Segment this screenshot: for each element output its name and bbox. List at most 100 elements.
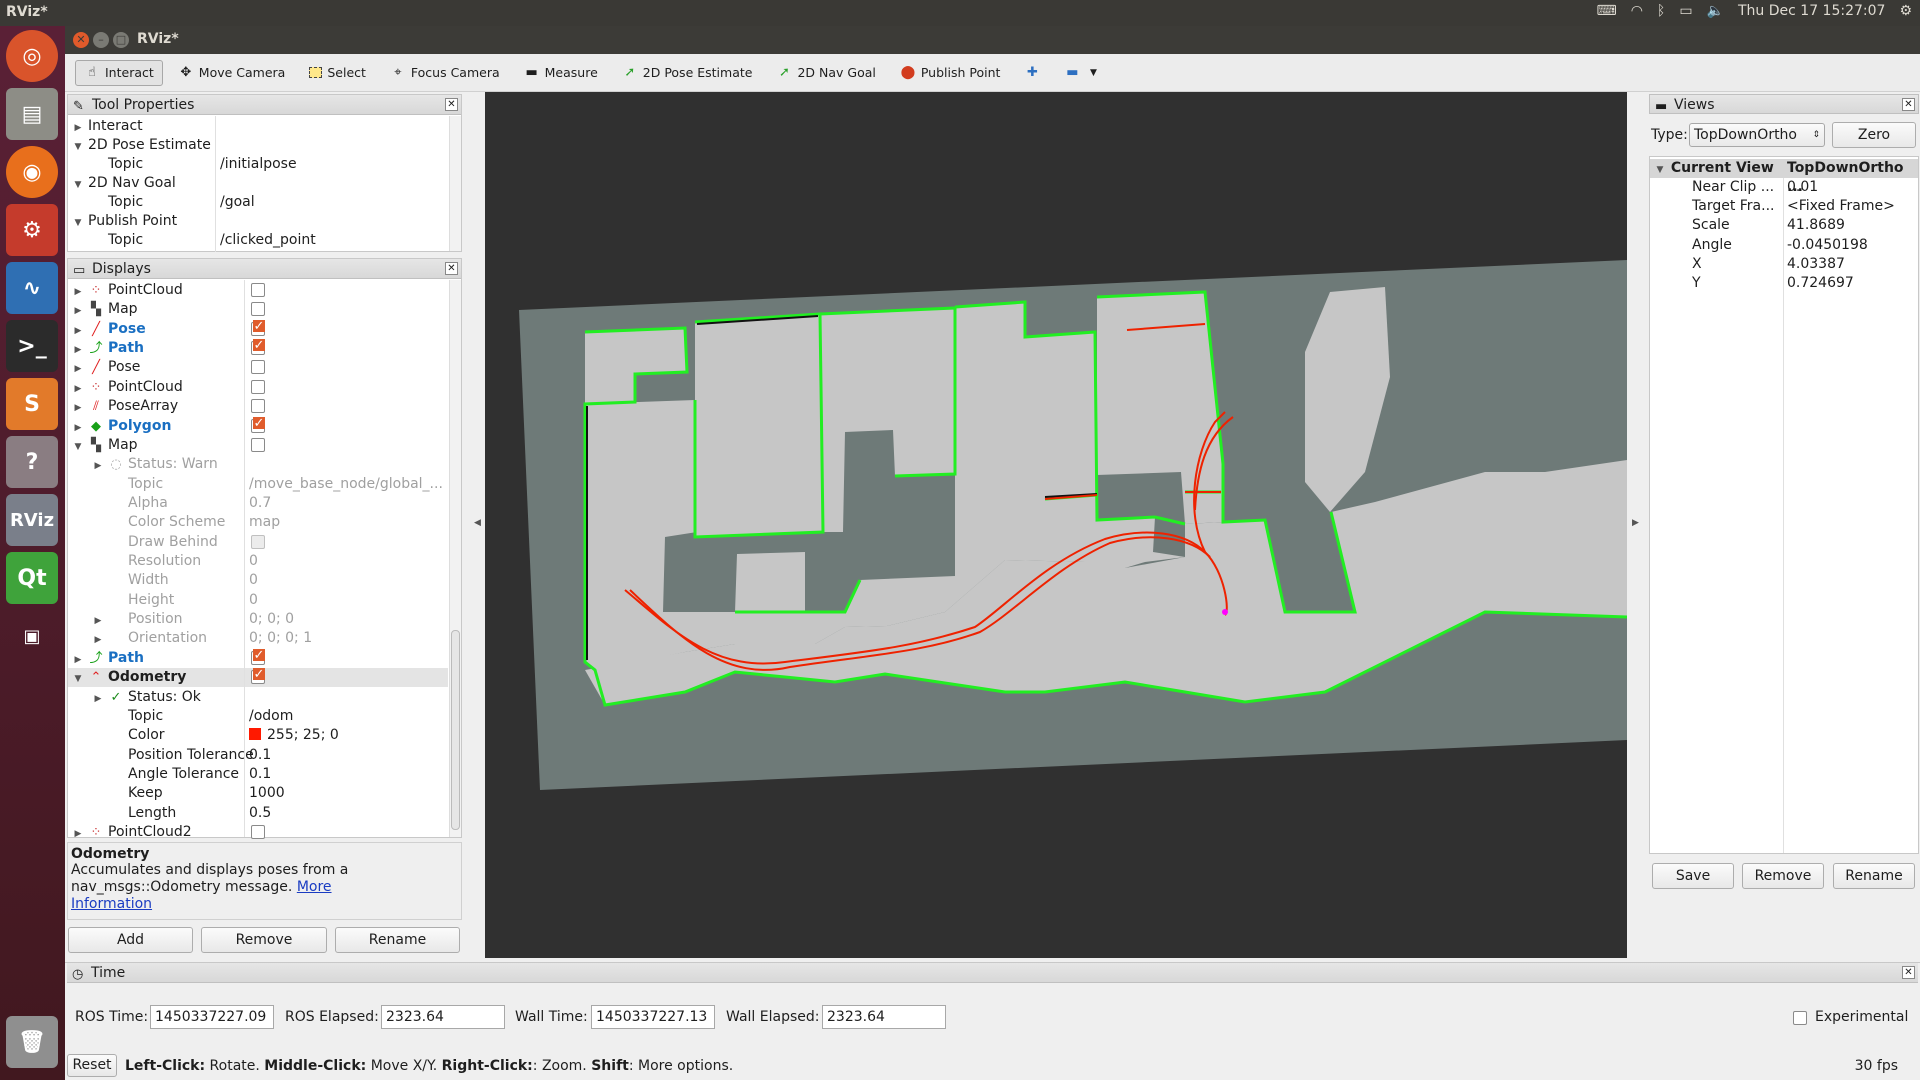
display-row[interactable]: Length 0.5	[68, 804, 448, 823]
display-row[interactable]: ▶ ⤴ Path	[68, 648, 448, 668]
display-property-value[interactable]: 0.7	[249, 495, 271, 511]
tool-focus-camera[interactable]: ⌖ Focus Camera	[381, 60, 509, 86]
files-icon[interactable]: ▤	[6, 88, 58, 140]
display-row[interactable]: ▶ ⁘ PointCloud2	[68, 823, 448, 842]
view-type-select[interactable]: TopDownOrtho ⇕	[1689, 123, 1825, 147]
wall-time-field[interactable]: 1450337227.13	[591, 1005, 715, 1029]
view-property-value[interactable]: 4.03387	[1787, 255, 1845, 274]
tool-property-row[interactable]: Topic/goal	[68, 193, 448, 212]
volume-icon[interactable]: 🔈	[1707, 3, 1724, 19]
property-value[interactable]: /goal	[220, 193, 255, 212]
display-property-value[interactable]: 1000	[249, 785, 285, 801]
display-property-value[interactable]: /odom	[249, 708, 293, 724]
tool-property-row[interactable]: Topic/initialpose	[68, 155, 448, 174]
display-property-value[interactable]: 0	[249, 553, 258, 569]
expand-arrow-icon[interactable]: ▶	[92, 612, 104, 631]
display-property-value[interactable]: 0.1	[249, 766, 271, 782]
display-row[interactable]: Angle Tolerance 0.1	[68, 765, 448, 784]
qt-creator-icon[interactable]: Qt	[6, 552, 58, 604]
display-row[interactable]: ▶ ✓ Status: Ok	[68, 688, 448, 707]
sublime-text-icon[interactable]: S	[6, 378, 58, 430]
property-value[interactable]: /initialpose	[220, 155, 297, 174]
settings-gear-icon[interactable]: ⚙	[1899, 3, 1912, 19]
scrollbar-thumb[interactable]	[451, 630, 460, 830]
tool-select[interactable]: Select	[300, 60, 375, 85]
expand-arrow-icon[interactable]: ▶	[92, 690, 104, 709]
display-row[interactable]: Topic/move_base_node/global_...	[68, 475, 448, 494]
display-row[interactable]: Draw Behind	[68, 533, 448, 552]
rviz-icon[interactable]: RViz	[6, 494, 58, 546]
display-enabled-checkbox[interactable]	[251, 283, 265, 297]
display-row[interactable]: ▶ ╱ Pose	[68, 319, 448, 341]
system-monitor-icon[interactable]: ∿	[6, 262, 58, 314]
display-enabled-checkbox[interactable]	[251, 399, 265, 414]
display-property-value[interactable]: /move_base_node/global_...	[249, 476, 443, 492]
zero-button[interactable]: Zero	[1832, 122, 1916, 148]
minimize-window-icon[interactable]: –	[93, 32, 109, 48]
tool-measure[interactable]: ▬ Measure	[515, 60, 607, 86]
view-property-value[interactable]: 41.8689	[1787, 216, 1845, 235]
expand-arrow-icon[interactable]: ▶	[72, 399, 84, 418]
terminal-icon[interactable]: >_	[6, 320, 58, 372]
wifi-icon[interactable]: ◠	[1631, 3, 1643, 19]
add-tool-button[interactable]: ✚	[1015, 60, 1049, 86]
view-property-value[interactable]: -0.0450198	[1787, 236, 1868, 255]
expand-arrow-icon[interactable]: ▶	[72, 302, 84, 321]
display-enabled-checkbox[interactable]	[251, 302, 265, 317]
remove-tool-button[interactable]: ▬ ▼	[1055, 60, 1110, 86]
display-row[interactable]: ▶ ⤴ Path	[68, 339, 448, 358]
close-panel-icon[interactable]: ✕	[445, 262, 458, 275]
keyboard-icon[interactable]: ⌨	[1596, 3, 1616, 19]
display-row[interactable]: Resolution 0	[68, 552, 448, 571]
trash-icon[interactable]: 🗑	[6, 1016, 58, 1068]
display-row[interactable]: ▶ ◆ Polygon	[68, 416, 448, 436]
close-window-icon[interactable]: ✕	[73, 32, 89, 48]
view-property-row[interactable]: Angle -0.0450198	[1650, 236, 1918, 255]
scrollbar[interactable]	[449, 116, 461, 251]
display-enabled-checkbox[interactable]	[251, 360, 265, 375]
system-settings-icon[interactable]: ⚙	[6, 204, 58, 256]
remove-view-button[interactable]: Remove	[1742, 863, 1824, 889]
collapse-right-icon[interactable]: ▶	[1632, 518, 1639, 528]
workspace-switcher-icon[interactable]: ▣	[6, 610, 58, 662]
draw-behind-checkbox[interactable]	[251, 534, 265, 549]
display-row[interactable]: Color 255; 25; 0	[68, 726, 448, 745]
display-row[interactable]: ▼ ▚ Map	[68, 436, 448, 455]
tool-property-row[interactable]: Topic/clicked_point	[68, 231, 448, 250]
display-property-value[interactable]: 0; 0; 0	[249, 611, 294, 627]
close-panel-icon[interactable]: ✕	[1902, 966, 1915, 979]
display-row[interactable]: Position Tolerance 0.1	[68, 746, 448, 765]
ros-elapsed-field[interactable]: 2323.64	[381, 1005, 505, 1029]
display-enabled-checkbox[interactable]	[251, 379, 265, 394]
display-row[interactable]: Topic/odom	[68, 707, 448, 726]
wall-elapsed-field[interactable]: 2323.64	[822, 1005, 946, 1029]
tool-property-row[interactable]: ▼ Publish Point	[68, 212, 448, 231]
expand-arrow-icon[interactable]: ▶	[72, 322, 84, 341]
tool-2d-nav-goal[interactable]: ➚ 2D Nav Goal	[767, 60, 884, 86]
expand-arrow-icon[interactable]: ▶	[92, 457, 104, 476]
collapse-arrow-icon[interactable]: ▼	[72, 438, 84, 457]
rename-display-button[interactable]: Rename	[335, 927, 460, 953]
display-row[interactable]: Alpha 0.7	[68, 494, 448, 513]
tool-property-row[interactable]: ▼ 2D Pose Estimate	[68, 136, 448, 155]
display-row[interactable]: Height 0	[68, 591, 448, 610]
display-row[interactable]: ▶ ⁘ PointCloud	[68, 378, 448, 397]
tool-move-camera[interactable]: ✥ Move Camera	[169, 60, 295, 86]
expand-arrow-icon[interactable]: ▶	[72, 341, 84, 360]
display-property-value[interactable]: 0.1	[249, 747, 271, 763]
view-property-value[interactable]: 0.724697	[1787, 274, 1854, 293]
scrollbar[interactable]	[449, 280, 461, 837]
tool-property-row[interactable]: ▶ Interact	[68, 117, 448, 136]
close-panel-icon[interactable]: ✕	[1902, 98, 1915, 111]
display-enabled-checkbox[interactable]	[251, 437, 265, 452]
display-property-value[interactable]: 0	[249, 572, 258, 588]
view-property-row[interactable]: Scale 41.8689	[1650, 216, 1918, 235]
maximize-window-icon[interactable]: □	[113, 32, 129, 48]
ros-time-field[interactable]: 1450337227.09	[150, 1005, 274, 1029]
view-property-row[interactable]: Y 0.724697	[1650, 274, 1918, 293]
color-swatch[interactable]	[249, 728, 261, 741]
display-row[interactable]: Width 0	[68, 571, 448, 590]
tool-property-row[interactable]: ▼ 2D Nav Goal	[68, 174, 448, 193]
display-row[interactable]: ▶ ╱ Pose	[68, 358, 448, 377]
display-row[interactable]: Keep 1000	[68, 784, 448, 803]
